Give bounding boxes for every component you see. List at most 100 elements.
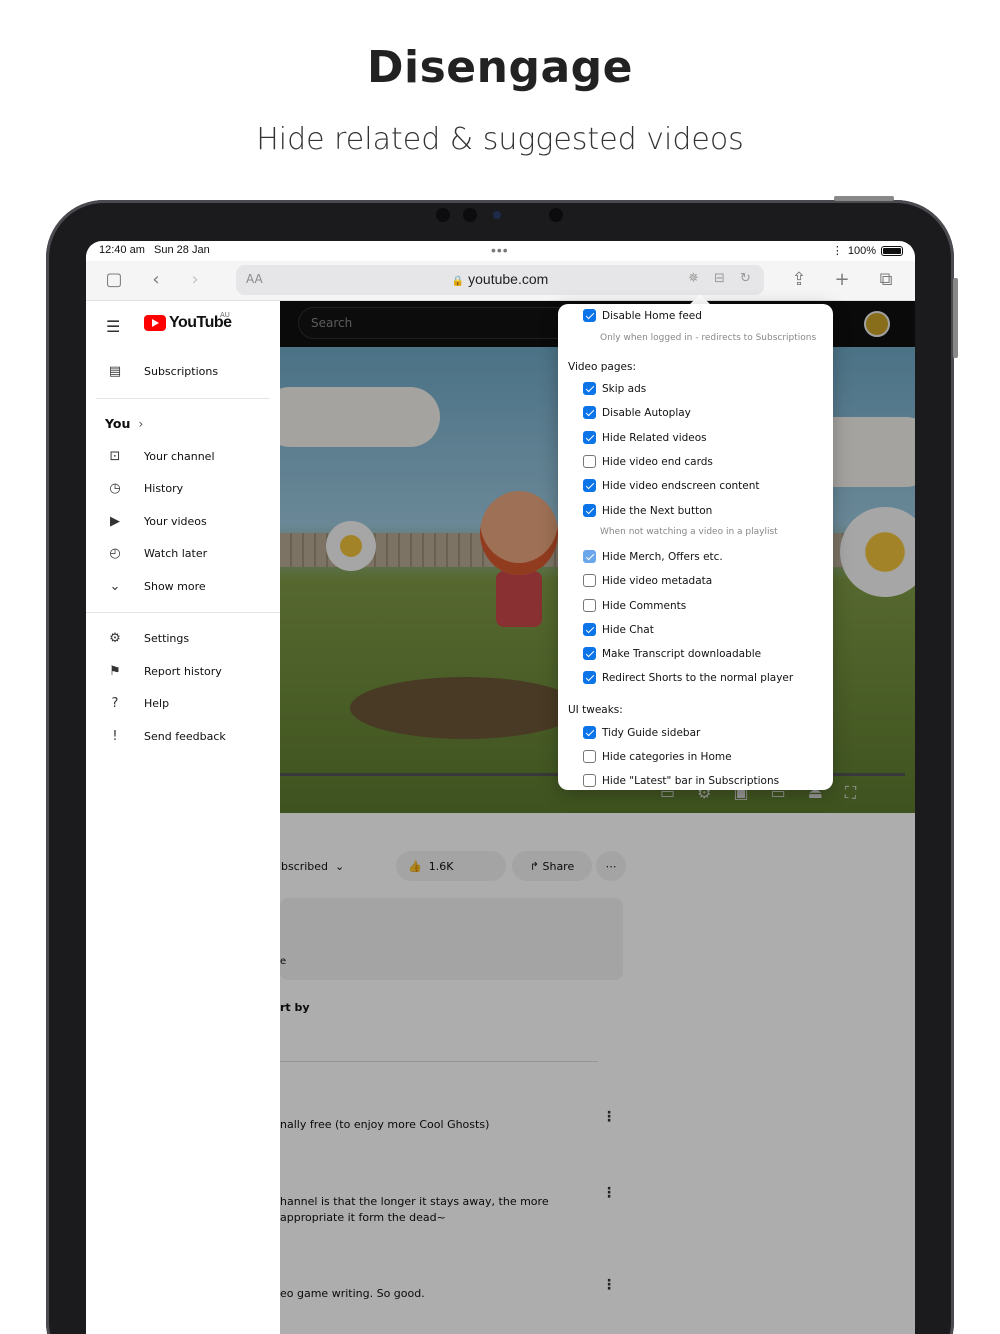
option-hide-chat[interactable]: Hide Chat: [583, 623, 654, 636]
checkbox[interactable]: [583, 504, 596, 517]
checkbox[interactable]: [583, 647, 596, 660]
screen: 12:40 am Sun 28 Jan ••• ⋮ 100% ▢ ‹ › AA …: [86, 241, 915, 1334]
sidebar-item-history[interactable]: ◷ History: [86, 473, 280, 503]
option-label: Hide Merch, Offers etc.: [602, 550, 723, 563]
checkbox[interactable]: [583, 623, 596, 636]
address-bar[interactable]: AA 🔒 youtube.com ✵ ⊟ ↻: [236, 265, 764, 295]
option-label: Hide categories in Home: [602, 750, 732, 763]
sidebar-item-your-channel[interactable]: ⊡ Your channel: [86, 441, 280, 471]
comment-menu-icon[interactable]: ⋮: [602, 1277, 616, 1293]
guide-sidebar: ☰ YouTube AU ▤ Subscriptions You › ⊡ Your…: [86, 301, 280, 1334]
status-time: 12:40 am Sun 28 Jan: [99, 244, 210, 256]
option-label: Make Transcript downloadable: [602, 647, 762, 660]
option-hide-next-button[interactable]: Hide the Next button: [583, 504, 712, 517]
flower: [840, 507, 915, 597]
option-hide-merch[interactable]: Hide Merch, Offers etc.: [583, 550, 723, 563]
sidebar-item-show-more[interactable]: ⌄ Show more: [86, 571, 280, 601]
url-display[interactable]: 🔒 youtube.com: [236, 271, 764, 287]
option-label: Hide video end cards: [602, 455, 713, 468]
sidebar-item-label: Watch later: [144, 546, 208, 560]
subscribed-button[interactable]: ubscribed ⌄: [274, 851, 354, 881]
option-hide-metadata[interactable]: Hide video metadata: [583, 574, 712, 587]
checkbox[interactable]: [583, 574, 596, 587]
checkbox[interactable]: [583, 431, 596, 444]
checkbox[interactable]: [583, 309, 596, 322]
option-label: Hide Chat: [602, 623, 654, 636]
option-label: Disable Autoplay: [602, 406, 691, 419]
more-actions-button[interactable]: ⋯: [596, 851, 626, 881]
option-label: Hide video endscreen content: [602, 479, 760, 492]
sidebar-toggle-icon[interactable]: ▢: [100, 269, 128, 291]
share-icon[interactable]: ⇪: [785, 269, 813, 291]
account-icon: ⊡: [109, 448, 121, 464]
checkbox[interactable]: [583, 726, 596, 739]
sidebar-item-watch-later[interactable]: ◴ Watch later: [86, 538, 280, 568]
new-tab-icon[interactable]: +: [828, 269, 856, 291]
youtube-logo[interactable]: YouTube: [144, 314, 232, 332]
option-tidy-guide[interactable]: Tidy Guide sidebar: [583, 726, 700, 739]
checkbox[interactable]: [583, 599, 596, 612]
section-heading-video: Video pages:: [568, 361, 636, 373]
option-hide-related[interactable]: Hide Related videos: [583, 431, 707, 444]
sensor-dot: [549, 208, 563, 222]
help-icon: ?: [111, 695, 119, 711]
sidebar-item-your-videos[interactable]: ▶ Your videos: [86, 506, 280, 536]
option-hide-comments[interactable]: Hide Comments: [583, 599, 686, 612]
battery-percent: 100%: [847, 244, 876, 257]
you-section-header[interactable]: You ›: [105, 416, 143, 431]
extension-popover: Disable Home feed Only when logged in - …: [558, 304, 833, 790]
multitasking-dots[interactable]: •••: [491, 242, 509, 258]
checkbox[interactable]: [583, 479, 596, 492]
chevron-right-icon: ›: [138, 416, 144, 431]
hamburger-icon[interactable]: ☰: [106, 317, 120, 336]
extension-icon-2[interactable]: ⊟: [714, 271, 725, 286]
like-button[interactable]: 👍 1.6K: [396, 851, 506, 881]
sidebar-item-send-feedback[interactable]: ! Send feedback: [86, 721, 280, 751]
share-button[interactable]: ↱ Share: [512, 851, 592, 881]
sidebar-item-help[interactable]: ? Help: [86, 688, 280, 718]
youtube-play-icon: [144, 315, 166, 331]
comment-menu-icon[interactable]: ⋮: [602, 1185, 616, 1201]
checkbox[interactable]: [583, 455, 596, 468]
option-hide-endscreen[interactable]: Hide video endscreen content: [583, 479, 760, 492]
reload-icon[interactable]: ↻: [740, 271, 751, 286]
option-disable-home-feed[interactable]: Disable Home feed: [583, 309, 702, 322]
region-code: AU: [220, 311, 230, 319]
option-label: Hide video metadata: [602, 574, 713, 587]
extension-icon[interactable]: ✵: [688, 271, 699, 286]
checkbox[interactable]: [583, 550, 596, 563]
checkbox[interactable]: [583, 406, 596, 419]
option-hide-end-cards[interactable]: Hide video end cards: [583, 455, 713, 468]
option-transcript-download[interactable]: Make Transcript downloadable: [583, 647, 761, 660]
tabs-icon[interactable]: ⧉: [872, 269, 900, 291]
option-hide-categories[interactable]: Hide categories in Home: [583, 750, 732, 763]
option-label: Redirect Shorts to the normal player: [602, 671, 794, 684]
character-body: [496, 571, 542, 627]
share-arrow-icon: ↱: [529, 859, 539, 873]
option-label: Hide Comments: [602, 599, 687, 612]
sidebar-item-settings[interactable]: ⚙ Settings: [86, 623, 280, 653]
fullscreen-icon[interactable]: ⛶: [845, 783, 856, 803]
option-hide-latest-bar[interactable]: Hide "Latest" bar in Subscriptions: [583, 774, 779, 787]
option-label: Hide "Latest" bar in Subscriptions: [602, 774, 780, 787]
option-redirect-shorts[interactable]: Redirect Shorts to the normal player: [583, 671, 793, 684]
checkbox[interactable]: [583, 671, 596, 684]
search-placeholder: Search: [311, 316, 353, 330]
option-disable-autoplay[interactable]: Disable Autoplay: [583, 406, 691, 419]
sidebar-item-report-history[interactable]: ⚑ Report history: [86, 656, 280, 686]
comment-text: nally free (to enjoy more Cool Ghosts): [280, 1118, 490, 1131]
option-skip-ads[interactable]: Skip ads: [583, 382, 646, 395]
divider: [280, 1061, 598, 1062]
avatar[interactable]: [864, 311, 890, 337]
comment-menu-icon[interactable]: ⋮: [602, 1109, 616, 1125]
checkbox[interactable]: [583, 774, 596, 787]
checkbox[interactable]: [583, 750, 596, 763]
sidebar-item-label: Your videos: [144, 514, 207, 528]
back-icon[interactable]: ‹: [142, 269, 170, 291]
divider: [86, 612, 280, 613]
sidebar-item-subscriptions[interactable]: ▤ Subscriptions: [86, 356, 280, 386]
description-box[interactable]: e: [280, 898, 623, 980]
forward-icon[interactable]: ›: [181, 269, 209, 291]
sort-by-button[interactable]: rt by: [280, 1001, 310, 1014]
checkbox[interactable]: [583, 382, 596, 395]
